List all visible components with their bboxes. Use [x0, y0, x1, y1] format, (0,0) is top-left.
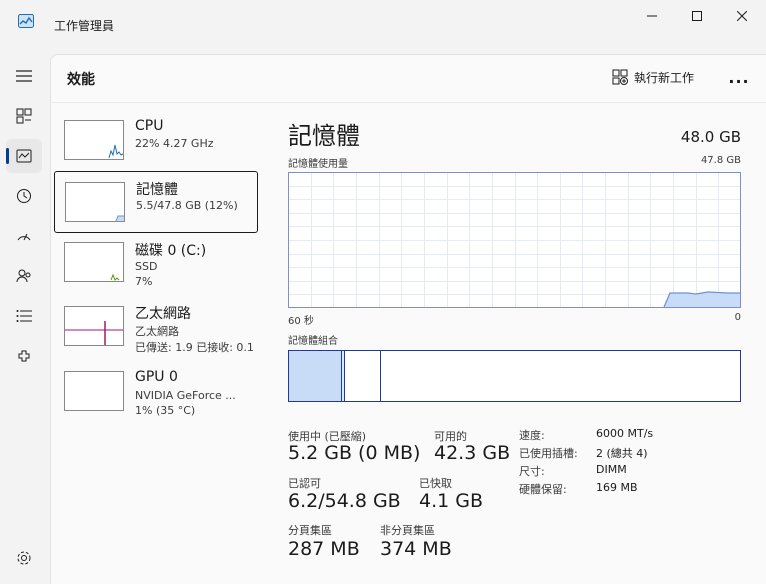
nonpaged-pool-label: 非分頁集區: [380, 524, 435, 537]
memory-thumbnail-graph: [65, 182, 125, 222]
graph-axis-left-label: 60 秒: [288, 316, 314, 327]
paged-pool-label: 分頁集區: [288, 524, 332, 537]
nav-active-indicator: [6, 148, 9, 164]
sidebar-item-title: GPU 0: [135, 369, 178, 385]
performance-icon: [16, 148, 32, 164]
sidebar-item-subtitle: 5.5/47.8 GB (12%): [136, 199, 238, 212]
close-button[interactable]: [719, 0, 765, 32]
detail-label: 硬體保留:: [519, 483, 567, 496]
sidebar-item-title: 記憶體: [136, 182, 178, 198]
gpu-thumbnail-graph: [64, 371, 124, 411]
detail-label: 尺寸:: [519, 465, 545, 478]
window-title: 工作管理員: [54, 19, 115, 33]
memory-usage-graph: [288, 172, 741, 308]
nav-performance[interactable]: [6, 139, 42, 173]
committed-label: 已認可: [288, 477, 321, 490]
nav-details[interactable]: [6, 299, 42, 333]
sidebar-item-disk[interactable]: 磁碟 0 (C:) SSD 7%: [54, 232, 256, 292]
sidebar-item-detail: 7%: [135, 275, 153, 288]
run-new-task-icon: [612, 69, 628, 85]
sidebar-item-title: 乙太網路: [135, 306, 191, 322]
sidebar-item-detail: 1% (35 °C): [135, 404, 196, 417]
disk-thumbnail-graph: [64, 242, 124, 282]
in-use-value: 5.2 GB (0 MB): [288, 442, 421, 464]
maximize-button[interactable]: [674, 0, 720, 32]
cached-label: 已快取: [419, 477, 452, 490]
available-value: 42.3 GB: [434, 442, 511, 464]
sidebar-item-memory[interactable]: 記憶體 5.5/47.8 GB (12%): [54, 171, 258, 233]
minimize-button[interactable]: [629, 0, 675, 32]
composition-divider: [380, 351, 381, 401]
detail-label: 已使用插槽:: [519, 447, 578, 460]
memory-composition-label: 記憶體組合: [288, 336, 338, 347]
memory-usage-max: 47.8 GB: [700, 155, 741, 166]
services-icon: [16, 348, 32, 364]
cached-value: 4.1 GB: [419, 490, 484, 512]
nav-startup-apps[interactable]: [6, 219, 42, 253]
detail-label: 速度:: [519, 429, 545, 442]
sidebar-item-subtitle: SSD: [135, 260, 158, 273]
sidebar-item-subtitle: NVIDIA GeForce ...: [135, 389, 236, 402]
sidebar-item-subtitle: 22% 4.27 GHz: [135, 137, 214, 150]
sidebar-item-subtitle: 乙太網路: [135, 325, 179, 338]
hamburger-menu-button[interactable]: [6, 59, 42, 93]
nav-app-history[interactable]: [6, 179, 42, 213]
settings-icon: [16, 550, 32, 566]
nav-users[interactable]: [6, 259, 42, 293]
nav-settings[interactable]: [6, 541, 42, 575]
detail-value: 6000 MT/s: [596, 427, 654, 440]
detail-value: 2 (總共 4): [596, 447, 648, 460]
header-divider: [50, 102, 766, 103]
users-icon: [16, 268, 32, 284]
composition-divider: [344, 351, 345, 401]
run-new-task-label: 執行新工作: [634, 70, 695, 85]
memory-usage-area: [664, 292, 740, 307]
startup-apps-icon: [16, 228, 32, 244]
detail-value: DIMM: [596, 463, 627, 476]
paged-pool-value: 287 MB: [288, 538, 360, 560]
ethernet-thumbnail-graph: [64, 306, 124, 346]
more-options-button[interactable]: ...: [728, 64, 750, 90]
nonpaged-pool-value: 374 MB: [380, 538, 452, 560]
page-title: 效能: [67, 72, 95, 88]
memory-total: 48.0 GB: [680, 128, 741, 146]
memory-composition-bar: [288, 350, 741, 402]
memory-title: 記憶體: [288, 122, 360, 150]
sidebar-item-detail: 已傳送: 1.9 已接收: 0.1: [135, 341, 254, 354]
app-history-icon: [16, 188, 32, 204]
composition-in-use-segment: [289, 351, 341, 401]
task-manager-app-icon: [18, 14, 34, 28]
cpu-thumbnail-graph: [64, 120, 124, 160]
detail-value: 169 MB: [596, 481, 638, 494]
details-icon: [16, 309, 32, 323]
sidebar-item-title: 磁碟 0 (C:): [135, 243, 207, 259]
sidebar-item-ethernet[interactable]: 乙太網路 乙太網路 已傳送: 1.9 已接收: 0.1: [54, 296, 256, 356]
hamburger-menu-icon: [16, 70, 32, 82]
close-icon: [737, 11, 747, 21]
nav-services[interactable]: [6, 339, 42, 373]
nav-processes[interactable]: [6, 99, 42, 133]
processes-icon: [16, 108, 32, 124]
sidebar-item-gpu[interactable]: GPU 0 NVIDIA GeForce ... 1% (35 °C): [54, 360, 256, 420]
maximize-icon: [692, 11, 702, 21]
run-new-task-button[interactable]: 執行新工作: [612, 64, 694, 90]
more-options-icon: ...: [728, 67, 750, 87]
committed-value: 6.2/54.8 GB: [288, 490, 401, 512]
sidebar-item-cpu[interactable]: CPU 22% 4.27 GHz: [54, 110, 256, 170]
title-bar: 工作管理員: [0, 0, 766, 36]
memory-usage-label: 記憶體使用量: [288, 159, 348, 170]
minimize-icon: [647, 11, 657, 21]
graph-axis-right-label: 0: [734, 312, 741, 323]
sidebar-item-title: CPU: [135, 118, 164, 134]
